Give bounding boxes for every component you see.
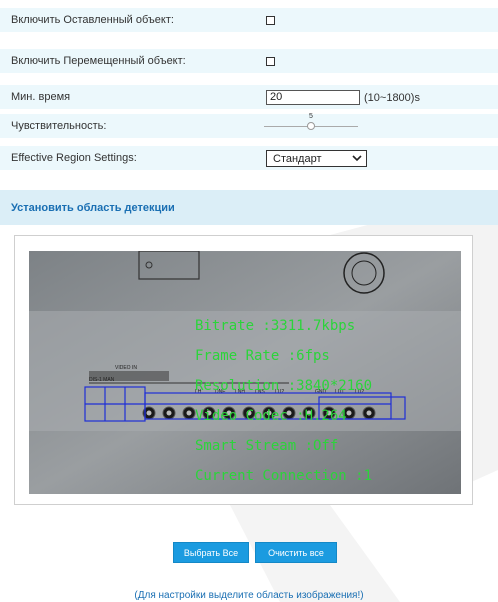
sensitivity-label: Чувствительность: bbox=[11, 120, 107, 132]
chevron-down-icon bbox=[352, 155, 362, 162]
region-select[interactable]: Стандарт bbox=[266, 150, 367, 167]
region-selected-value: Стандарт bbox=[273, 152, 322, 165]
connector-jack-center bbox=[166, 410, 172, 416]
slider-thumb[interactable] bbox=[307, 122, 315, 130]
osd-overlay: Bitrate :3311.7kbps Frame Rate :6fps Resol… bbox=[195, 311, 372, 491]
sensitivity-slider[interactable]: 5 bbox=[264, 113, 358, 139]
video-frame: VIDEO IN DIS-1 MAN LH DNE LNH LNS LU2 GND LU1 LU2… bbox=[14, 235, 473, 505]
moved-object-checkbox[interactable] bbox=[266, 57, 275, 66]
settings-row-region: Effective Region Settings: Стандарт bbox=[0, 146, 498, 171]
sensitivity-value: 5 bbox=[309, 113, 313, 120]
osd-line: Smart Stream :Off bbox=[195, 438, 339, 454]
min-time-label: Мин. время bbox=[11, 91, 71, 103]
connector-jack-center bbox=[186, 410, 192, 416]
settings-row-moved: Включить Перемещенный объект: bbox=[0, 49, 498, 74]
detection-area-header: Установить область детекции bbox=[0, 190, 498, 225]
panel-label: VIDEO IN bbox=[115, 365, 137, 371]
connector-jack-center bbox=[146, 410, 152, 416]
osd-line: Frame Rate :6fps bbox=[195, 348, 330, 364]
settings-row-min-time: Мин. время 20 (10~1800)s bbox=[0, 85, 498, 110]
settings-row-sensitivity: Чувствительность: 5 bbox=[0, 113, 498, 139]
abandoned-object-label: Включить Оставленный объект: bbox=[11, 14, 174, 26]
min-time-range: (10~1800)s bbox=[364, 91, 420, 104]
abandoned-object-checkbox[interactable] bbox=[266, 16, 275, 25]
panel-label: DIS-1 MAN bbox=[89, 377, 115, 383]
osd-line: Resolution :3840*2160 bbox=[195, 378, 373, 394]
moved-object-label: Включить Перемещенный объект: bbox=[11, 55, 186, 67]
clear-all-button[interactable]: Очистить все bbox=[255, 542, 337, 563]
video-preview[interactable]: VIDEO IN DIS-1 MAN LH DNE LNH LNS LU2 GND LU1 LU2… bbox=[29, 251, 461, 494]
osd-line: Current Connection :1 bbox=[195, 468, 373, 484]
min-time-input[interactable]: 20 bbox=[266, 90, 360, 105]
osd-line: Bitrate :3311.7kbps bbox=[195, 318, 356, 334]
region-label: Effective Region Settings: bbox=[11, 152, 137, 164]
section-title: Установить область детекции bbox=[11, 201, 175, 214]
select-all-button[interactable]: Выбрать Все bbox=[173, 542, 249, 563]
selection-hint: (Для настройки выделите область изображе… bbox=[134, 590, 364, 601]
osd-line: Video Codec :H.264 bbox=[195, 408, 347, 424]
settings-row-abandoned: Включить Оставленный объект: bbox=[0, 8, 498, 33]
